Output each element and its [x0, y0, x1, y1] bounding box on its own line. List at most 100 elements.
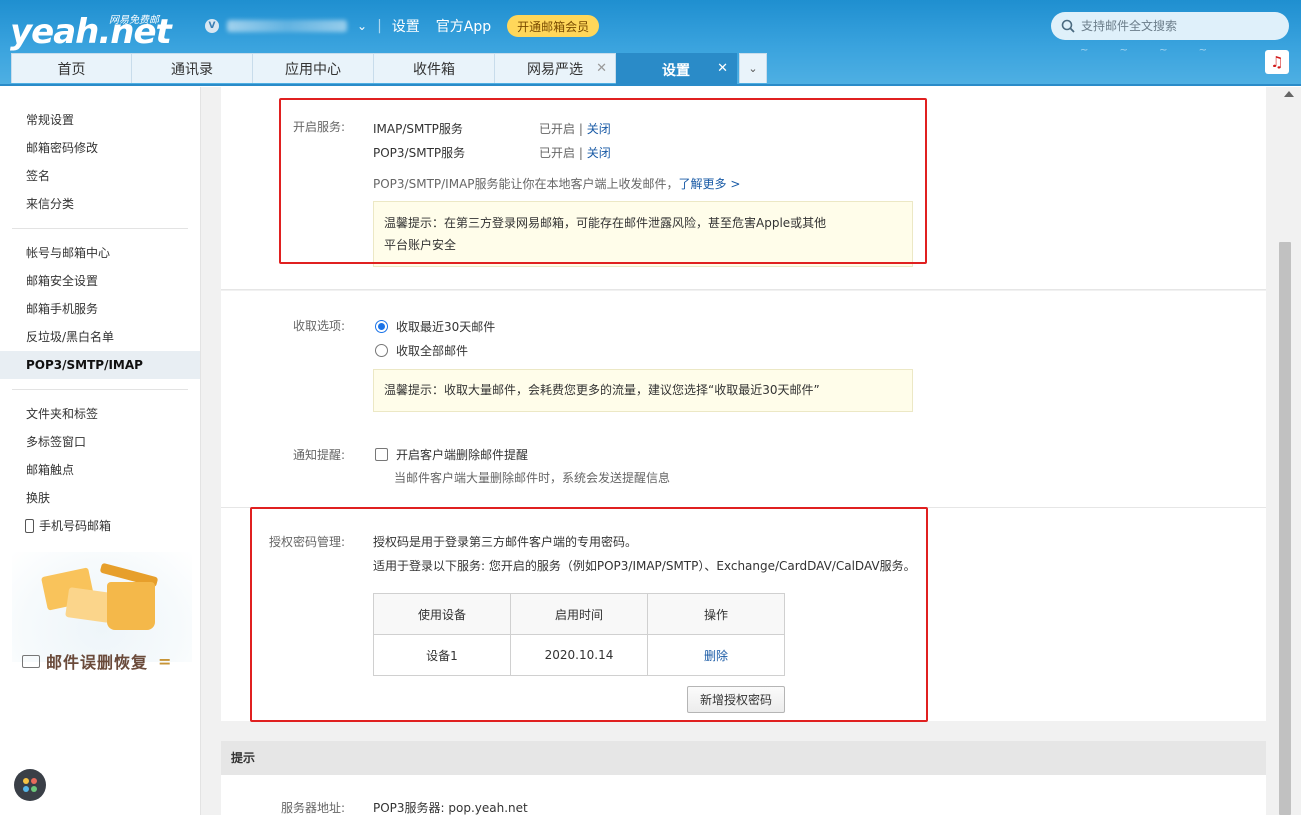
tab-yanxuan[interactable]: 网易严选 ✕: [495, 53, 616, 83]
trash-bin-icon: [107, 582, 155, 630]
dot: [23, 778, 29, 784]
server-address-label: 服务器地址:: [280, 801, 345, 815]
table-row: 设备1 2020.10.14 删除: [373, 634, 785, 676]
dot: [23, 786, 29, 792]
account-name-blurred[interactable]: [227, 20, 347, 32]
logo-subtitle: 网易免费邮: [109, 15, 159, 26]
sidebar-item-folders-tags[interactable]: 文件夹和标签: [0, 400, 200, 428]
services-description: POP3/SMTP/IMAP服务能让你在本地客户端上收发邮件，了解更多 >: [373, 175, 740, 192]
delete-reminder-option[interactable]: 开启客户端删除邮件提醒: [375, 446, 528, 463]
tab-home[interactable]: 首页: [11, 53, 132, 83]
tab-label: 应用中心: [285, 61, 341, 78]
scrollbar-thumb[interactable]: [1279, 242, 1291, 815]
sidebar-divider: [12, 389, 188, 390]
chevron-down-icon[interactable]: ⌄: [357, 19, 367, 33]
settings-sidebar: 常规设置 邮箱密码修改 签名 来信分类 帐号与邮箱中心 邮箱安全设置 邮箱手机服…: [0, 87, 201, 815]
search-input[interactable]: [1081, 19, 1271, 33]
vip-upgrade-button[interactable]: 开通邮箱会员: [507, 15, 600, 37]
learn-more-link[interactable]: 了解更多 >: [679, 177, 741, 191]
sidebar-item-pop3-smtp-imap[interactable]: POP3/SMTP/IMAP: [0, 351, 200, 379]
mail-recovery-banner[interactable]: 邮件误删恢复 =: [12, 552, 192, 687]
sidebar-group-other: 文件夹和标签 多标签窗口 邮箱触点 换肤 手机号码邮箱: [0, 400, 200, 540]
search-icon: [1061, 19, 1075, 33]
checkbox-label: 开启客户端删除邮件提醒: [396, 448, 529, 462]
user-account-area: V ⌄ | 设置 官方App 开通邮箱会员: [205, 15, 600, 37]
sidebar-item-mobile-service[interactable]: 邮箱手机服务: [0, 295, 200, 323]
tab-label: 收件箱: [413, 61, 455, 78]
receive-options-label: 收取选项:: [292, 319, 345, 333]
delete-reminder-description: 当邮件客户端大量删除邮件时，系统会发送提醒信息: [394, 471, 671, 485]
sidebar-item-mail-filter[interactable]: 来信分类: [0, 190, 200, 218]
envelope-icon: [65, 587, 113, 623]
pop3-smtp-status: 已开启 | 关闭: [539, 144, 611, 161]
table-header-row: 使用设备 启用时间 操作: [373, 593, 785, 635]
receive-option-all[interactable]: 收取全部邮件: [375, 342, 468, 359]
sidebar-item-password[interactable]: 邮箱密码修改: [0, 134, 200, 162]
separator: |: [578, 122, 583, 136]
tab-label: 网易严选: [527, 61, 583, 78]
column-header-action: 操作: [647, 593, 785, 635]
status-text: 已开启: [539, 122, 576, 136]
tab-contacts[interactable]: 通讯录: [132, 53, 253, 83]
hint-panel: 提示 服务器地址: POP3服务器: pop.yeah.net: [221, 741, 1266, 815]
settings-link[interactable]: 设置: [392, 16, 420, 36]
official-app-link[interactable]: 官方App: [436, 16, 491, 36]
sidebar-item-label: 手机号码邮箱: [39, 519, 112, 533]
sidebar-item-security[interactable]: 邮箱安全设置: [0, 267, 200, 295]
security-warning-tip: 温馨提示：在第三方登录网易邮箱，可能存在邮件泄露风险，甚至危害Apple或其他 …: [373, 201, 913, 267]
auth-code-panel: 授权密码管理: 授权码是用于登录第三方邮件客户端的专用密码。 适用于登录以下服务…: [221, 507, 1266, 721]
header-separator: |: [377, 18, 382, 34]
tab-settings[interactable]: 设置 ✕: [616, 53, 737, 86]
sidebar-item-signature[interactable]: 签名: [0, 162, 200, 190]
checkbox[interactable]: [375, 448, 388, 461]
sidebar-item-multi-tab[interactable]: 多标签窗口: [0, 428, 200, 456]
scroll-up-arrow-icon[interactable]: [1284, 91, 1294, 97]
sidebar-item-general[interactable]: 常规设置: [0, 106, 200, 134]
delete-device-link[interactable]: 删除: [704, 649, 728, 663]
close-icon[interactable]: ✕: [596, 61, 607, 76]
pop3-smtp-close-link[interactable]: 关闭: [587, 146, 611, 160]
sidebar-item-account-center[interactable]: 帐号与邮箱中心: [0, 239, 200, 267]
imap-smtp-close-link[interactable]: 关闭: [587, 122, 611, 136]
mobile-phone-icon: [25, 519, 34, 533]
recovery-banner-title: 邮件误删恢复 =: [22, 649, 172, 673]
status-text: 已开启: [539, 146, 576, 160]
enabled-time-cell: 2020.10.14: [510, 634, 648, 676]
mail-search-box[interactable]: [1051, 12, 1289, 40]
sidebar-item-skin[interactable]: 换肤: [0, 484, 200, 512]
vip-level-badge[interactable]: V: [205, 19, 219, 33]
add-auth-code-button[interactable]: 新增授权密码: [687, 686, 785, 713]
server-address-value: POP3服务器: pop.yeah.net: [373, 801, 528, 815]
tab-inbox[interactable]: 收件箱: [374, 53, 495, 83]
main-scrollbar[interactable]: [1277, 87, 1301, 815]
recovery-text: 邮件误删恢复: [46, 653, 149, 672]
tab-more-chevron-icon[interactable]: ⌄: [739, 53, 767, 83]
auth-code-description-1: 授权码是用于登录第三方邮件客户端的专用密码。: [373, 535, 638, 549]
device-name-cell: 设备1: [373, 634, 511, 676]
column-header-enabled-time: 启用时间: [510, 593, 648, 635]
sidebar-group-general: 常规设置 邮箱密码修改 签名 来信分类: [0, 106, 200, 218]
recovery-suffix: =: [158, 651, 173, 671]
imap-smtp-service-name: IMAP/SMTP服务: [373, 122, 463, 136]
separator: |: [578, 146, 583, 160]
pop3-smtp-service-name: POP3/SMTP服务: [373, 146, 466, 160]
receive-option-30days[interactable]: 收取最近30天邮件: [375, 318, 495, 335]
sidebar-item-phone-mailbox[interactable]: 手机号码邮箱: [0, 512, 200, 540]
mail-mini-icon: [22, 654, 40, 668]
tab-app-center[interactable]: 应用中心: [253, 53, 374, 83]
authorized-devices-table: 使用设备 启用时间 操作 设备1 2020.10.14 删除: [373, 593, 785, 676]
sidebar-item-touchpoint[interactable]: 邮箱触点: [0, 456, 200, 484]
yeah-net-logo[interactable]: yeah.net 网易免费邮: [10, 10, 172, 52]
radio-button[interactable]: [375, 344, 388, 357]
app-launcher-icon[interactable]: [14, 769, 46, 801]
radio-label: 收取最近30天邮件: [396, 320, 496, 334]
action-cell: 删除: [647, 634, 785, 676]
radio-button[interactable]: [375, 320, 388, 333]
close-icon[interactable]: ✕: [717, 61, 728, 76]
imap-smtp-status: 已开启 | 关闭: [539, 120, 611, 137]
tab-label: 设置: [662, 63, 690, 79]
tab-label: 通讯录: [171, 61, 213, 78]
hint-panel-title: 提示: [221, 741, 1266, 775]
sidebar-item-antispam[interactable]: 反垃圾/黑白名单: [0, 323, 200, 351]
music-note-icon[interactable]: ♫: [1265, 50, 1289, 74]
